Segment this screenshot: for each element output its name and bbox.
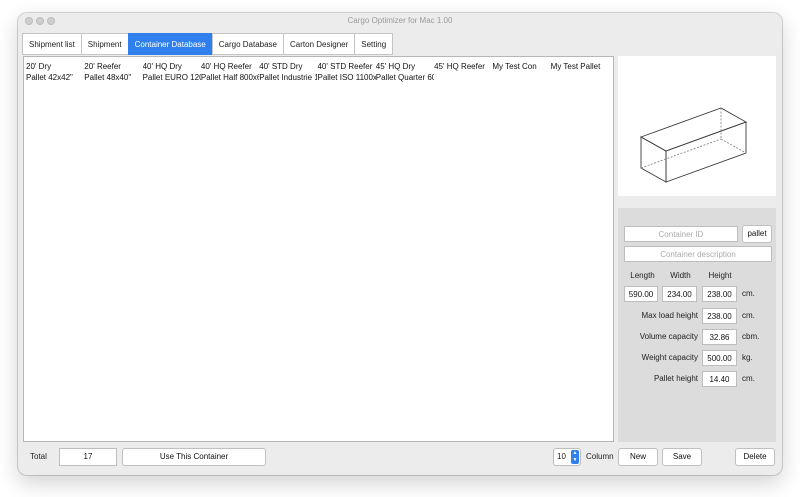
pallet-button[interactable]: pallet — [742, 225, 772, 243]
weight-capacity-label: Weight capacity — [641, 353, 698, 362]
column-count-stepper[interactable]: 10 ▲ ▼ — [553, 448, 581, 466]
new-button[interactable]: New — [618, 448, 658, 466]
tab-setting[interactable]: Setting — [354, 33, 394, 55]
container-list-item[interactable]: My Test Pallet — [551, 61, 609, 72]
total-count-field: 17 — [59, 448, 117, 466]
length-input[interactable]: 590.00 — [624, 286, 658, 302]
container-list-item[interactable]: Pallet ISO 1100x1100 — [317, 72, 375, 83]
container-list-item[interactable]: 45' HQ Reefer — [434, 61, 492, 72]
container-list-item[interactable]: Pallet EURO 1200 — [143, 72, 201, 83]
weight-capacity-input[interactable]: 500.00 — [702, 350, 737, 366]
container-list-item[interactable]: 40' STD Dry — [259, 61, 317, 72]
container-list-item[interactable]: 40' HQ Reefer — [201, 61, 259, 72]
stepper-arrows-icon[interactable]: ▲ ▼ — [571, 450, 579, 464]
title-bar: Cargo Optimizer for Mac 1.00 — [18, 13, 782, 29]
max-load-height-input[interactable]: 238.00 — [702, 308, 737, 324]
tab-bar: Shipment list Shipment Container Databas… — [22, 33, 394, 55]
tab-shipment-list[interactable]: Shipment list — [22, 33, 81, 55]
pallet-height-input[interactable]: 14.40 — [702, 371, 737, 387]
dimension-unit: cm. — [742, 289, 755, 298]
container-list-item[interactable]: My Test Con — [492, 61, 550, 72]
column-label: Column — [586, 452, 614, 461]
tab-cargo-database[interactable]: Cargo Database — [211, 33, 284, 55]
preview-separator — [618, 196, 776, 208]
volume-capacity-label: Volume capacity — [639, 332, 698, 341]
container-id-input[interactable]: Container ID — [624, 226, 738, 242]
use-this-container-button[interactable]: Use This Container — [122, 448, 266, 466]
pallet-height-label: Pallet height — [653, 374, 698, 383]
container-list-item[interactable]: Pallet Quarter 600x400 — [376, 72, 434, 83]
max-load-height-label: Max load height — [641, 311, 698, 320]
weight-unit: kg. — [742, 353, 753, 362]
max-load-height-unit: cm. — [742, 311, 755, 320]
tab-carton-designer[interactable]: Carton Designer — [283, 33, 355, 55]
delete-button[interactable]: Delete — [735, 448, 775, 466]
container-detail-panel: Container ID pallet Container descriptio… — [618, 56, 776, 442]
container-list-item[interactable]: Pallet Industrie 1200 — [259, 72, 317, 83]
volume-unit: cbm. — [742, 332, 760, 341]
container-list-item[interactable]: 20' Reefer — [84, 61, 142, 72]
length-label: Length — [630, 271, 655, 280]
width-input[interactable]: 234.00 — [662, 286, 697, 302]
container-list-item[interactable]: 40' STD Reefer — [317, 61, 375, 72]
container-list-item[interactable]: 40' HQ Dry — [143, 61, 201, 72]
container-grid: 20' Dry 20' Reefer 40' HQ Dry 40' HQ Reefer… — [26, 61, 609, 83]
window-title: Cargo Optimizer for Mac 1.00 — [347, 16, 453, 25]
container-list-panel: 20' Dry 20' Reefer 40' HQ Dry 40' HQ Reefer… — [23, 56, 614, 442]
height-label: Height — [708, 271, 732, 280]
container-list-item[interactable]: 45' HQ Dry — [376, 61, 434, 72]
container-list-item[interactable]: Pallet 48x40" — [84, 72, 142, 83]
column-count-value: 10 — [557, 452, 566, 461]
container-3d-preview — [618, 56, 776, 196]
pallet-height-unit: cm. — [742, 374, 755, 383]
container-list-item[interactable]: Pallet 42x42" — [26, 72, 84, 83]
save-button[interactable]: Save — [662, 448, 702, 466]
container-list-item[interactable]: Pallet Half 800x600 — [201, 72, 259, 83]
container-list-item[interactable]: 20' Dry — [26, 61, 84, 72]
volume-capacity-input[interactable]: 32.86 — [702, 329, 737, 345]
width-label: Width — [670, 271, 691, 280]
tab-shipment[interactable]: Shipment — [80, 33, 128, 55]
tab-container-database[interactable]: Container Database — [127, 33, 212, 55]
app-window: Cargo Optimizer for Mac 1.00 Shipment li… — [18, 13, 782, 475]
container-description-input[interactable]: Container description — [624, 246, 772, 262]
total-label: Total — [30, 452, 47, 461]
height-input[interactable]: 238.00 — [702, 286, 737, 302]
container-box-wireframe — [639, 107, 748, 183]
